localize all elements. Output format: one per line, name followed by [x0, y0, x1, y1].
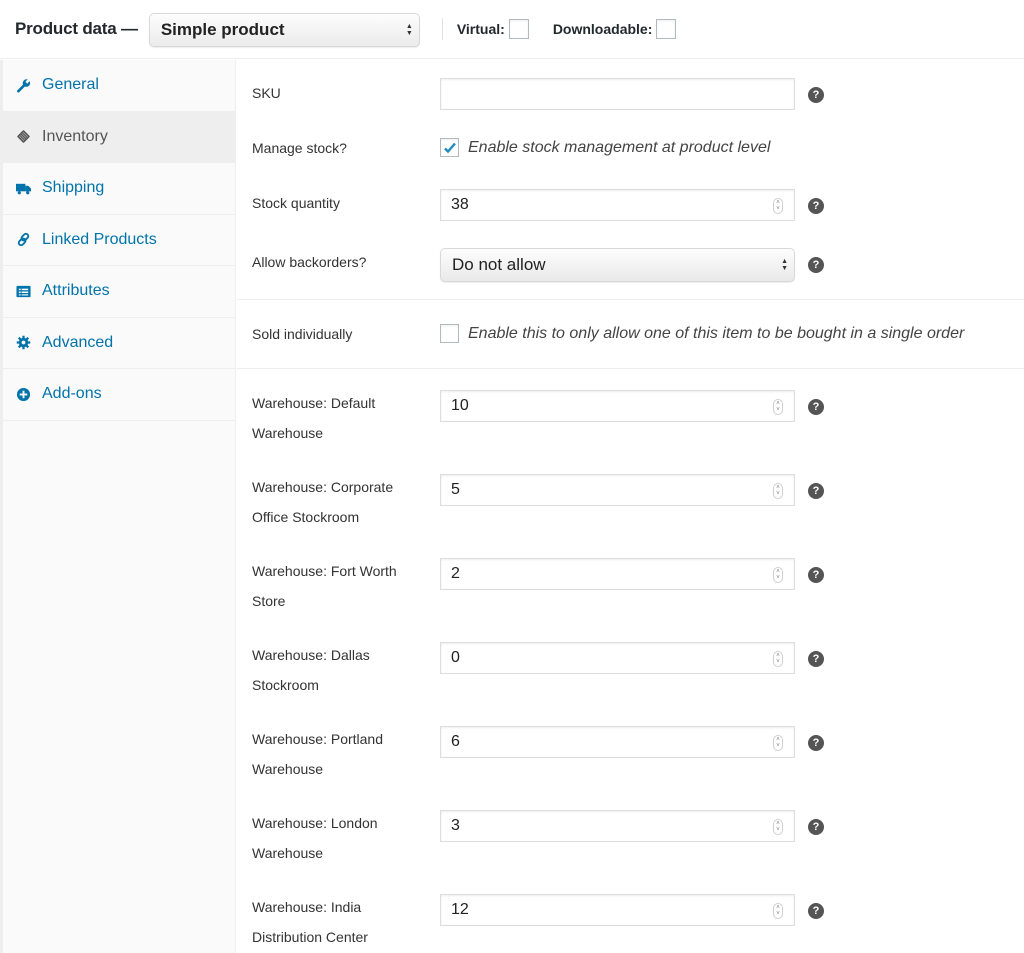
product-data-tabs: General Inventory Shipping Linked Produc… — [0, 60, 236, 953]
tab-linked-products[interactable]: Linked Products — [3, 215, 235, 266]
warehouse-stock-input[interactable]: 6 ˄ ˅ — [440, 726, 795, 758]
tab-attributes[interactable]: Attributes — [3, 266, 235, 318]
sku-row: SKU ? — [237, 78, 1024, 110]
spinner-icon[interactable]: ˄ ˅ — [773, 903, 783, 919]
warehouse-stock-input[interactable]: 5 ˄ ˅ — [440, 474, 795, 506]
warehouse-label: Warehouse: Default Warehouse — [252, 395, 376, 441]
spinner-icon[interactable]: ˄ ˅ — [773, 735, 783, 751]
sold-individually-row: Sold individually Enable this to only al… — [237, 319, 1024, 349]
virtual-checkbox[interactable] — [508, 19, 529, 39]
help-icon[interactable]: ? — [808, 399, 824, 415]
spinner-icon[interactable]: ˄ ˅ — [773, 819, 783, 835]
warehouse-label: Warehouse: India Distribution Center — [252, 899, 368, 945]
tab-label: Add-ons — [42, 385, 102, 403]
help-icon[interactable]: ? — [808, 903, 824, 919]
tab-label: Attributes — [42, 282, 110, 300]
spinner-icon[interactable]: ˄ ˅ — [773, 567, 783, 583]
help-icon[interactable]: ? — [808, 735, 824, 751]
tab-label: General — [42, 76, 99, 94]
spinner-icon[interactable]: ˄ ˅ — [773, 651, 783, 667]
sold-individually-description: Enable this to only allow one of this it… — [468, 324, 965, 342]
stock-quantity-input[interactable]: 38 ˄ ˅ — [440, 189, 795, 221]
select-arrows-icon: ▲ ▼ — [781, 258, 788, 272]
downloadable-label: Downloadable: — [552, 21, 653, 37]
warehouse-row: Warehouse: Default Warehouse 10 ˄ ˅ ? — [237, 388, 1024, 448]
tab-label: Inventory — [42, 127, 108, 145]
help-icon[interactable]: ? — [808, 651, 824, 667]
virtual-label: Virtual: — [456, 21, 505, 37]
truck-icon — [15, 180, 31, 196]
help-icon[interactable]: ? — [808, 567, 824, 583]
sold-individually-checkbox[interactable] — [440, 324, 459, 343]
warehouse-row: Warehouse: Portland Warehouse 6 ˄ ˅ ? — [237, 724, 1024, 784]
plus-circle-icon — [15, 386, 31, 402]
stock-quantity-label: Stock quantity — [252, 195, 340, 211]
header-divider — [441, 18, 443, 40]
spinner-icon[interactable]: ˄ ˅ — [773, 198, 783, 214]
warehouse-row: Warehouse: Corporate Office Stockroom 5 ˄ ˅… — [237, 472, 1024, 532]
inventory-panel: SKU ? Manage stock? Enable stock managem… — [237, 60, 1024, 953]
product-type-select[interactable]: Simple product ▲ ▼ — [148, 13, 420, 47]
help-icon[interactable]: ? — [808, 819, 824, 835]
select-arrows-icon: ▲ ▼ — [405, 23, 413, 37]
product-type-value: Simple product — [160, 20, 285, 39]
tab-label: Linked Products — [42, 230, 157, 248]
warehouse-label: Warehouse: Portland Warehouse — [252, 731, 383, 777]
help-icon[interactable]: ? — [808, 257, 824, 273]
tab-add-ons[interactable]: Add-ons — [3, 369, 235, 421]
manage-stock-label: Manage stock? — [252, 140, 347, 156]
product-data-header: Product data — Simple product ▲ ▼ Virtual… — [0, 0, 1024, 59]
spinner-icon[interactable]: ˄ ˅ — [773, 399, 783, 415]
warehouse-label: Warehouse: Corporate Office Stockroom — [252, 479, 394, 525]
tag-icon — [15, 129, 31, 145]
warehouse-stock-input[interactable]: 3 ˄ ˅ — [440, 810, 795, 842]
stock-group: SKU ? Manage stock? Enable stock managem… — [237, 60, 1024, 300]
warehouse-stock-input[interactable]: 12 ˄ ˅ — [440, 894, 795, 926]
gear-icon — [15, 335, 31, 351]
help-icon[interactable]: ? — [808, 483, 824, 499]
warehouse-row: Warehouse: Dallas Stockroom 0 ˄ ˅ ? — [237, 640, 1024, 700]
warehouse-stock-input[interactable]: 2 ˄ ˅ — [440, 558, 795, 590]
link-icon — [15, 232, 31, 248]
backorders-label: Allow backorders? — [252, 254, 367, 270]
warehouse-row: Warehouse: London Warehouse 3 ˄ ˅ ? — [237, 808, 1024, 868]
manage-stock-checkbox[interactable] — [440, 138, 459, 157]
downloadable-checkbox[interactable] — [656, 19, 677, 39]
warehouse-label: Warehouse: Fort Worth Store — [252, 563, 397, 609]
spinner-icon[interactable]: ˄ ˅ — [773, 483, 783, 499]
warehouse-row: Warehouse: Fort Worth Store 2 ˄ ˅ ? — [237, 556, 1024, 616]
tab-label: Advanced — [42, 333, 114, 351]
tab-advanced[interactable]: Advanced — [3, 318, 235, 369]
tab-shipping[interactable]: Shipping — [3, 163, 235, 215]
warehouse-stock-input[interactable]: 0 ˄ ˅ — [440, 642, 795, 674]
checkmark-icon — [443, 142, 456, 153]
tab-label: Shipping — [42, 179, 105, 197]
sku-input[interactable] — [440, 78, 795, 110]
backorders-select[interactable]: Do not allow ▲ ▼ — [440, 248, 795, 282]
help-icon[interactable]: ? — [808, 198, 824, 214]
wrench-icon — [15, 77, 31, 93]
sold-individually-label: Sold individually — [252, 326, 353, 342]
warehouse-label: Warehouse: Dallas Stockroom — [252, 647, 370, 693]
list-icon — [15, 283, 31, 299]
sold-individually-group: Sold individually Enable this to only al… — [237, 300, 1024, 369]
warehouse-label: Warehouse: London Warehouse — [252, 815, 378, 861]
tab-inventory[interactable]: Inventory — [3, 111, 235, 163]
backorders-row: Allow backorders? Do not allow ▲ ▼ ? — [237, 247, 1024, 282]
virtual-option[interactable]: Virtual: — [457, 19, 529, 39]
warehouse-stock-input[interactable]: 10 ˄ ˅ — [440, 390, 795, 422]
help-icon[interactable]: ? — [808, 87, 824, 103]
manage-stock-description: Enable stock management at product level — [468, 138, 771, 156]
stock-quantity-row: Stock quantity 38 ˄ ˅ ? — [237, 188, 1024, 221]
downloadable-option[interactable]: Downloadable: — [553, 19, 677, 39]
manage-stock-row: Manage stock? Enable stock management at… — [237, 133, 1024, 163]
product-data-title: Product data — — [15, 19, 138, 38]
warehouse-row: Warehouse: India Distribution Center 12 ˄ ˅… — [237, 892, 1024, 952]
sku-label: SKU — [252, 85, 281, 101]
tab-general[interactable]: General — [3, 60, 235, 112]
